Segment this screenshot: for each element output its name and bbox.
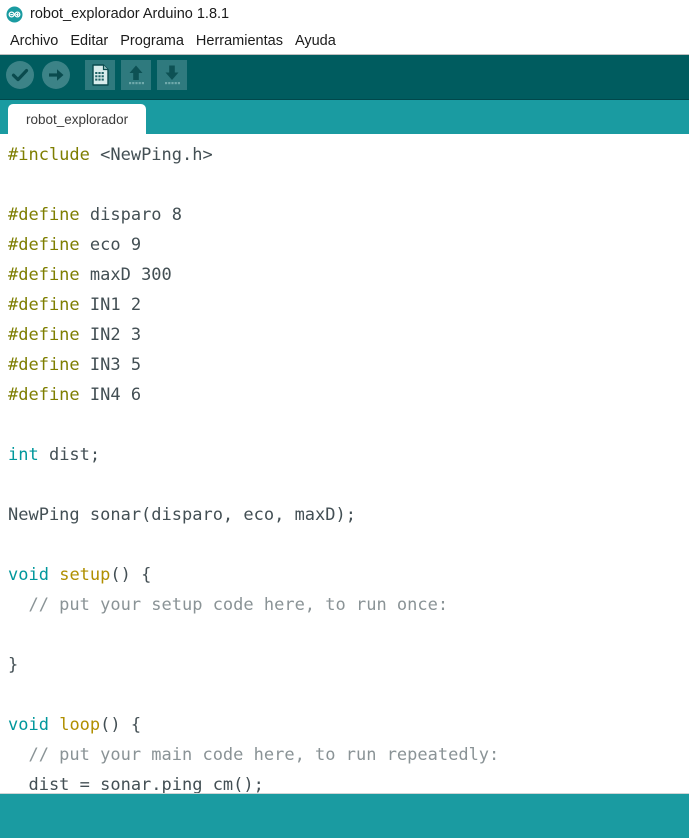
new-button[interactable] bbox=[84, 59, 116, 95]
arrow-down-save-icon bbox=[157, 59, 187, 95]
code-line: #define eco 9 bbox=[8, 230, 689, 260]
verify-button[interactable] bbox=[4, 60, 36, 95]
arduino-infinity-icon bbox=[6, 6, 23, 23]
arrow-right-circle-icon bbox=[41, 60, 71, 95]
code-token: void bbox=[8, 715, 49, 735]
code-token: setup bbox=[59, 565, 111, 585]
code-token: IN3 5 bbox=[79, 355, 142, 375]
code-token: // put your main code here, to run repea… bbox=[8, 745, 500, 765]
code-text[interactable]: #include <NewPing.h> #define disparo 8 #de… bbox=[8, 140, 689, 793]
code-token: dist; bbox=[38, 445, 101, 465]
code-token: #define bbox=[8, 235, 80, 255]
code-token: <NewPing.h> bbox=[89, 145, 213, 165]
code-token: #define bbox=[8, 295, 80, 315]
code-token: #define bbox=[8, 325, 80, 345]
code-token: dist = sonar.ping_cm(); bbox=[8, 775, 264, 793]
title-bar: robot_explorador Arduino 1.8.1 bbox=[0, 0, 689, 28]
toolbar bbox=[0, 55, 689, 100]
code-token: #define bbox=[8, 265, 80, 285]
menu-item-archivo[interactable]: Archivo bbox=[4, 31, 64, 51]
code-line: dist = sonar.ping_cm(); bbox=[8, 770, 689, 793]
menu-item-ayuda[interactable]: Ayuda bbox=[289, 31, 342, 51]
code-token: #define bbox=[8, 205, 80, 225]
code-token: #include bbox=[8, 145, 90, 165]
code-token: #define bbox=[8, 355, 80, 375]
tab-label: robot_explorador bbox=[26, 111, 129, 127]
code-line: #define maxD 300 bbox=[8, 260, 689, 290]
code-line: // put your main code here, to run repea… bbox=[8, 740, 689, 770]
code-token: disparo 8 bbox=[79, 205, 183, 225]
code-token: eco 9 bbox=[79, 235, 142, 255]
open-button[interactable] bbox=[120, 59, 152, 95]
new-file-icon bbox=[85, 59, 115, 95]
code-token: int bbox=[8, 445, 39, 465]
arduino-ide-window: robot_explorador Arduino 1.8.1 Archivo E… bbox=[0, 0, 689, 838]
code-line: #include <NewPing.h> bbox=[8, 140, 689, 170]
code-token: // put your setup code here, to run once… bbox=[8, 595, 449, 615]
code-line: void loop() { bbox=[8, 710, 689, 740]
code-line: void setup() { bbox=[8, 560, 689, 590]
code-token: () { bbox=[110, 565, 152, 585]
menu-item-editar[interactable]: Editar bbox=[64, 31, 114, 51]
code-token: loop bbox=[59, 715, 101, 735]
checkmark-circle-icon bbox=[5, 60, 35, 95]
code-line: #define IN1 2 bbox=[8, 290, 689, 320]
sketch-tab-bar: robot_explorador bbox=[0, 100, 689, 134]
code-line: #define disparo 8 bbox=[8, 200, 689, 230]
code-token: #define bbox=[8, 385, 80, 405]
status-bar bbox=[0, 793, 689, 838]
menu-item-herramientas[interactable]: Herramientas bbox=[190, 31, 289, 51]
code-token: maxD 300 bbox=[79, 265, 172, 285]
code-line: #define IN4 6 bbox=[8, 380, 689, 410]
code-token: () { bbox=[100, 715, 142, 735]
code-line: } bbox=[8, 650, 689, 680]
window-title: robot_explorador Arduino 1.8.1 bbox=[30, 5, 230, 22]
code-token: } bbox=[8, 655, 19, 675]
menu-bar: Archivo Editar Programa Herramientas Ayu… bbox=[0, 28, 689, 55]
code-token: IN4 6 bbox=[79, 385, 142, 405]
code-token: IN2 3 bbox=[79, 325, 142, 345]
code-token: void bbox=[8, 565, 49, 585]
code-token: IN1 2 bbox=[79, 295, 142, 315]
code-line: #define IN2 3 bbox=[8, 320, 689, 350]
arrow-up-folder-icon bbox=[121, 59, 151, 95]
tab-robot-explorador[interactable]: robot_explorador bbox=[8, 104, 147, 134]
code-line: #define IN3 5 bbox=[8, 350, 689, 380]
menu-item-programa[interactable]: Programa bbox=[114, 31, 190, 51]
code-line: NewPing sonar(disparo, eco, maxD); bbox=[8, 500, 689, 530]
upload-button[interactable] bbox=[40, 60, 72, 95]
code-line: int dist; bbox=[8, 440, 689, 470]
code-token: NewPing sonar(disparo, eco, maxD); bbox=[8, 505, 356, 525]
save-button[interactable] bbox=[156, 59, 188, 95]
code-line: // put your setup code here, to run once… bbox=[8, 590, 689, 620]
code-editor[interactable]: #include <NewPing.h> #define disparo 8 #de… bbox=[0, 134, 689, 793]
